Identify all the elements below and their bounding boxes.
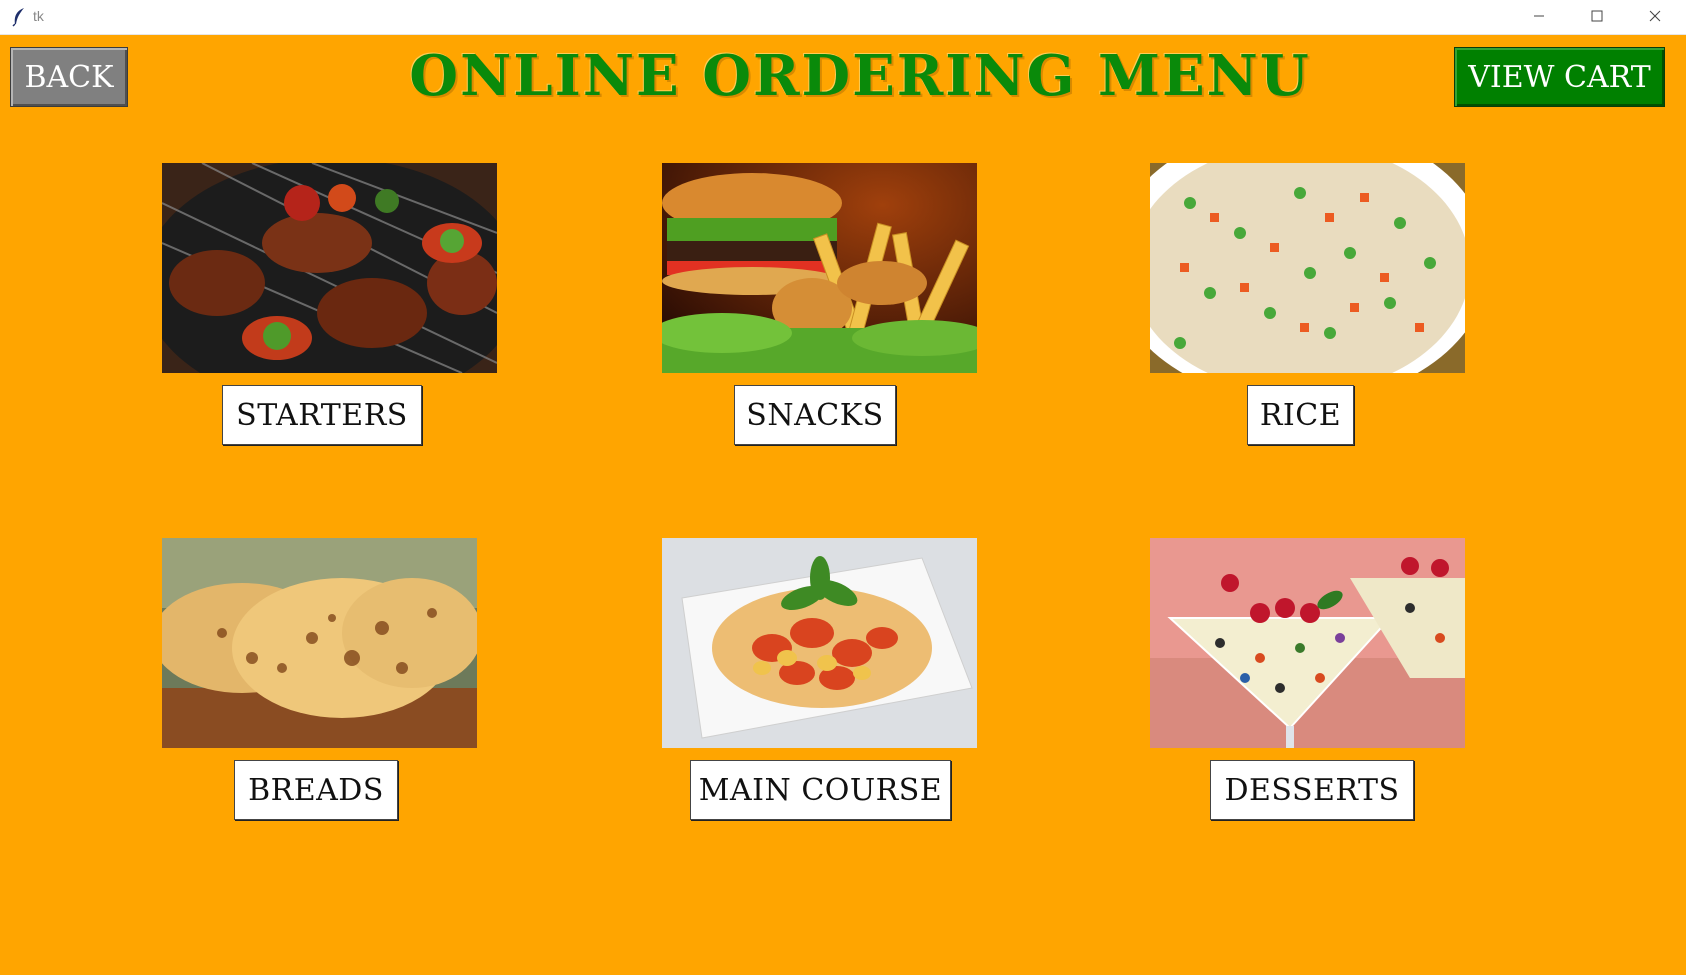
maximize-button[interactable] [1568,0,1626,32]
menu-window: BACK ONLINE ORDERING MENU VIEW CART STAR… [0,35,1686,975]
page-title: ONLINE ORDERING MENU [409,43,1311,109]
view-cart-button[interactable]: VIEW CART [1454,47,1665,107]
minimize-icon [1534,15,1544,17]
window-title: tk [33,8,44,24]
breads-button[interactable]: BREADS [234,760,398,820]
dessert-glasses-image [1150,538,1465,748]
fried-rice-image [1150,163,1465,373]
burger-fries-image [662,163,977,373]
window-titlebar: tk [0,0,1686,35]
naan-bread-image [162,538,477,748]
desserts-button[interactable]: DESSERTS [1210,760,1414,820]
feather-icon [12,8,24,27]
close-button[interactable] [1626,0,1684,32]
main-course-button[interactable]: MAIN COURSE [690,760,951,820]
back-button[interactable]: BACK [10,47,128,107]
rice-button[interactable]: RICE [1247,385,1354,445]
starters-button[interactable]: STARTERS [222,385,422,445]
maximize-icon [1591,10,1603,22]
close-icon [1649,10,1661,22]
snacks-button[interactable]: SNACKS [734,385,896,445]
grilled-meat-image [162,163,497,373]
minimize-button[interactable] [1510,0,1568,32]
pasta-plate-image [662,538,977,748]
